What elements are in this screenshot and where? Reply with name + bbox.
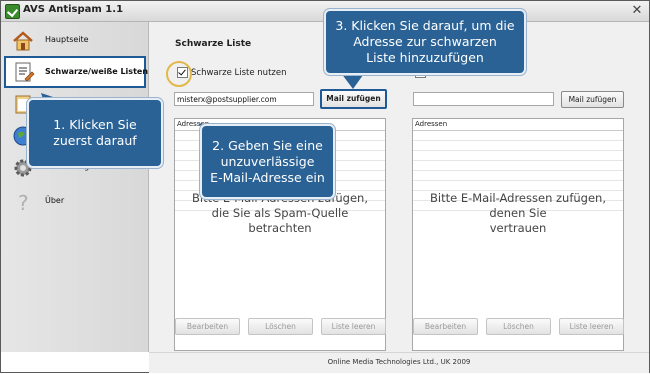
callout-3-pointer [341,73,363,89]
callout-step-2: 2. Geben Sie eine unzuverlässige E-Mail-… [200,124,335,199]
callout-step-3: 3. Klicken Sie darauf, um die Adresse zu… [324,9,526,75]
app-window: AVS Antispam 1.1 ✕ Hauptseite Schwarze/w… [0,0,650,373]
callout-step-1: 1. Klicken Sie zuerst darauf [27,98,163,168]
